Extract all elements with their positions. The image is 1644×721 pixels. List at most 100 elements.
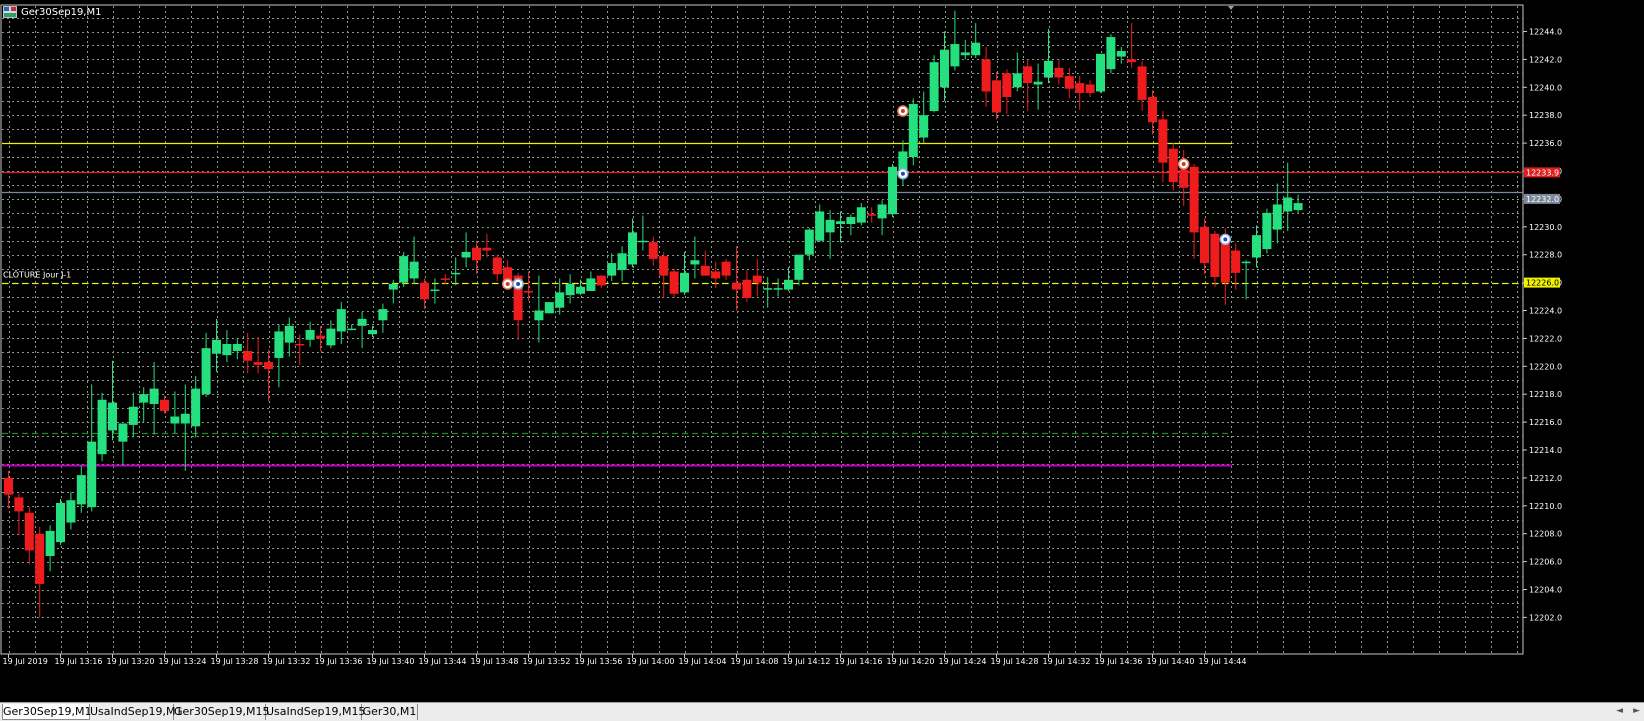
candle-body[interactable] <box>742 279 752 298</box>
candle-body[interactable] <box>357 318 367 326</box>
candle-body[interactable] <box>763 288 773 290</box>
candle-body[interactable] <box>1293 203 1303 211</box>
candle-body[interactable] <box>1168 148 1178 183</box>
candle-body[interactable] <box>1231 250 1241 273</box>
candle-body[interactable] <box>596 275 606 286</box>
candle-body[interactable] <box>992 80 1001 113</box>
candle-body[interactable] <box>1096 53 1105 92</box>
candle-body[interactable] <box>1012 73 1022 88</box>
candle-body[interactable] <box>108 402 117 431</box>
candle-body[interactable] <box>638 240 648 243</box>
candle-body[interactable] <box>648 242 658 259</box>
candle-body[interactable] <box>378 309 388 321</box>
candle-body[interactable] <box>680 272 689 293</box>
candle-body[interactable] <box>66 500 76 523</box>
candle-body[interactable] <box>971 42 981 56</box>
candle-body[interactable] <box>222 343 232 356</box>
candle-body[interactable] <box>201 348 211 395</box>
tab-ger30sep19-m15[interactable]: Ger30Sep19,M15 <box>174 704 270 720</box>
candle-body[interactable] <box>1064 76 1074 89</box>
candle-body[interactable] <box>461 251 471 258</box>
candle-body[interactable] <box>856 207 866 223</box>
candle-body[interactable] <box>794 254 804 280</box>
candle-body[interactable] <box>368 330 377 335</box>
candle-body[interactable] <box>846 217 856 225</box>
candle-body[interactable] <box>1075 83 1085 93</box>
candle-body[interactable] <box>669 271 679 294</box>
candle-body[interactable] <box>118 423 128 442</box>
candle-body[interactable] <box>908 104 918 158</box>
candle-body[interactable] <box>305 330 315 340</box>
candle-body[interactable] <box>170 416 180 424</box>
candle-body[interactable] <box>1116 51 1126 57</box>
candle-body[interactable] <box>721 261 731 276</box>
candle-body[interactable] <box>1200 226 1209 264</box>
candle-body[interactable] <box>929 62 939 112</box>
tab-ger30sep19-m1[interactable]: Ger30Sep19,M1 <box>2 704 92 720</box>
candle-body[interactable] <box>97 399 107 455</box>
candle-body[interactable] <box>877 204 887 219</box>
candle-body[interactable] <box>1054 67 1064 78</box>
candle-body[interactable] <box>1220 239 1230 283</box>
candle-body[interactable] <box>1137 66 1147 100</box>
candle-body[interactable] <box>867 214 877 216</box>
candle-body[interactable] <box>274 331 284 358</box>
candle-body[interactable] <box>232 343 242 351</box>
tab-usaindsep19-m15[interactable]: UsaIndSep19,M15 <box>266 704 365 720</box>
candle-body[interactable] <box>804 229 814 255</box>
candle-body[interactable] <box>1210 233 1220 278</box>
candle-body[interactable] <box>1241 261 1251 264</box>
candle-body[interactable] <box>347 328 357 331</box>
chart-shift-icon[interactable] <box>1228 6 1234 10</box>
candle-body[interactable] <box>149 388 159 404</box>
candle-body[interactable] <box>617 253 627 271</box>
chart-area[interactable]: CLÔTURE Jour J-1 12244.0 12242.0 12240.0 122… <box>0 0 1644 702</box>
candle-body[interactable] <box>1272 204 1282 230</box>
candle-body[interactable] <box>1127 59 1137 63</box>
candle-body[interactable] <box>430 289 440 292</box>
candle-body[interactable] <box>659 256 669 276</box>
candle-body[interactable] <box>544 302 554 314</box>
candle-body[interactable] <box>284 325 294 343</box>
candle-body[interactable] <box>440 278 450 280</box>
candle-body[interactable] <box>128 406 138 425</box>
candle-body[interactable] <box>690 260 700 265</box>
tab-usaindsep19-m1[interactable]: UsaIndSep19,M1 <box>90 704 182 720</box>
candle-body[interactable] <box>264 362 273 370</box>
candle-body[interactable] <box>24 512 34 551</box>
candle-body[interactable] <box>409 261 419 279</box>
candle-body[interactable] <box>1044 60 1053 78</box>
candle-body[interactable] <box>212 339 221 354</box>
candle-body[interactable] <box>160 399 169 411</box>
candle-body[interactable] <box>482 247 492 251</box>
candle-body[interactable] <box>960 52 970 56</box>
candle-body[interactable] <box>139 394 149 403</box>
candle-body[interactable] <box>1252 235 1261 258</box>
candle-body[interactable] <box>253 362 263 365</box>
candle-body[interactable] <box>4 477 13 495</box>
candle-body[interactable] <box>316 335 325 339</box>
tab-scroll-left-icon[interactable]: ◄ <box>1616 706 1623 716</box>
candle-body[interactable] <box>950 44 960 67</box>
candle-body[interactable] <box>388 283 398 290</box>
candle-body[interactable] <box>1023 66 1033 84</box>
tab-ger30-m1[interactable]: Ger30,M1 <box>362 704 418 720</box>
candle-body[interactable] <box>492 257 502 275</box>
candle-body[interactable] <box>1283 197 1293 212</box>
candle-body[interactable] <box>1002 73 1012 98</box>
candle-body[interactable] <box>1179 169 1189 188</box>
candle-body[interactable] <box>534 310 544 321</box>
candle-body[interactable] <box>45 530 55 557</box>
candle-body[interactable] <box>180 413 190 424</box>
candle-body[interactable] <box>607 263 617 276</box>
candle-body[interactable] <box>336 309 346 332</box>
candle-body[interactable] <box>1262 212 1272 250</box>
tab-scroll-right-icon[interactable]: ► <box>1633 706 1640 716</box>
chart-window-icon[interactable] <box>3 6 17 18</box>
candle-body[interactable] <box>981 59 991 92</box>
candle-body[interactable] <box>586 278 596 291</box>
candle-body[interactable] <box>420 282 429 300</box>
candle-body[interactable] <box>752 275 762 283</box>
candle-body[interactable] <box>1085 84 1095 93</box>
candle-body[interactable] <box>56 503 65 543</box>
